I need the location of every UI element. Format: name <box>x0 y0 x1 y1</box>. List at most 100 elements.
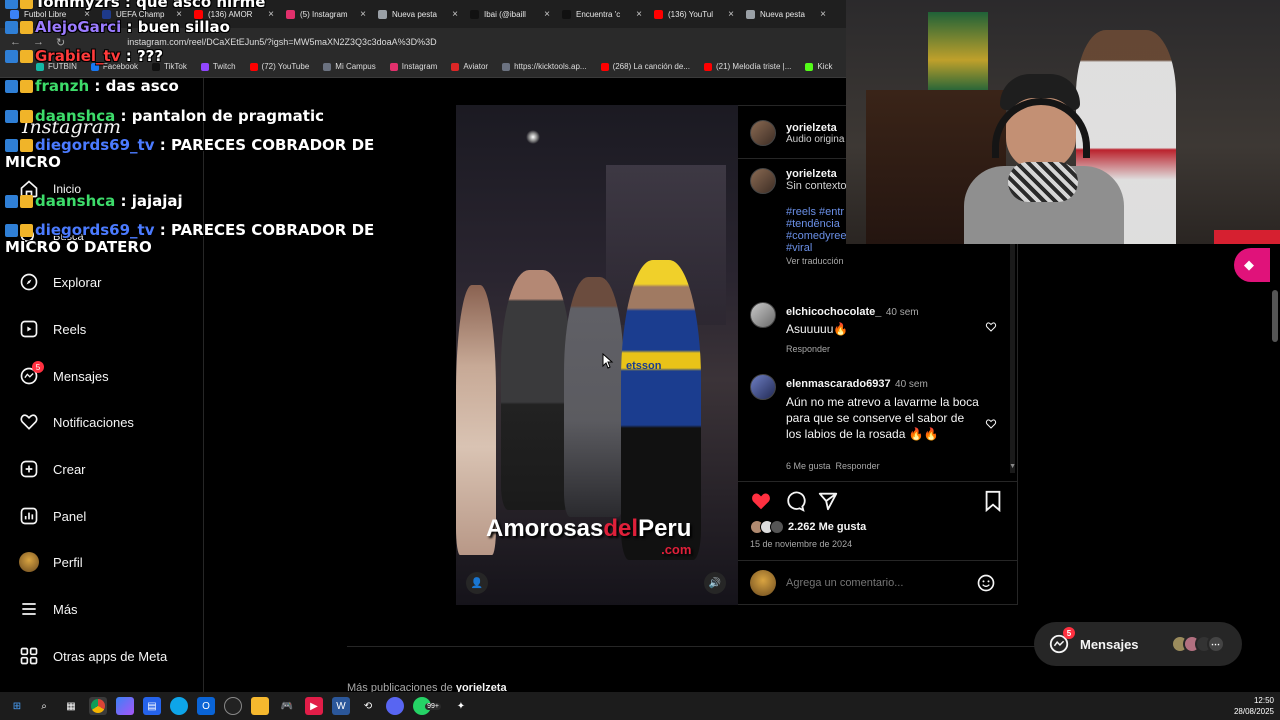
nav-perfil[interactable]: Perfil <box>18 551 83 573</box>
nav-otras-apps[interactable]: Otras apps de Meta <box>18 645 167 667</box>
browser-tab[interactable]: (136) YouTul × <box>648 1 740 27</box>
post-actions: 2.262 Me gusta 15 de noviembre de 2024 <box>738 481 1018 606</box>
scroll-down-arrow-icon[interactable]: ▼ <box>1009 463 1016 470</box>
nav-notificaciones[interactable]: Notificaciones <box>18 411 134 433</box>
likes-row[interactable]: 2.262 Me gusta <box>750 520 866 534</box>
chat-badge-icon <box>5 139 18 152</box>
close-tab-icon[interactable]: × <box>636 9 642 20</box>
chat-username: daanshca <box>35 107 116 125</box>
comment-user[interactable]: elenmascarado6937 <box>786 378 891 390</box>
page-scrollbar[interactable] <box>1272 290 1278 342</box>
nav-label: Más <box>53 601 78 617</box>
caption-avatar[interactable] <box>750 168 776 194</box>
likes-count[interactable]: 2.262 Me gusta <box>788 521 866 533</box>
extension-widget-icon[interactable]: ◆ <box>1234 248 1270 282</box>
chat-username: AlejoGarci <box>35 18 122 36</box>
word-icon[interactable]: W <box>332 697 350 715</box>
comment-input[interactable] <box>786 574 966 592</box>
file-explorer-icon[interactable] <box>251 697 269 715</box>
author-name[interactable]: yorielzeta <box>786 122 844 134</box>
browser-tab[interactable]: Nueva pesta × <box>740 1 832 27</box>
comment-icon[interactable] <box>784 490 806 512</box>
nav-explorar[interactable]: Explorar <box>18 271 101 293</box>
chat-badge-icon <box>20 195 33 208</box>
chat-badge-icon <box>20 0 33 9</box>
browser-tab[interactable]: Ibai (@ibaill × <box>464 1 556 27</box>
tab-favicon-icon <box>746 9 755 19</box>
edge-icon[interactable] <box>170 697 188 715</box>
app-red-icon[interactable]: ▶ <box>305 697 323 715</box>
liked-heart-icon[interactable] <box>750 490 772 512</box>
nav-crear[interactable]: Crear <box>18 458 86 480</box>
person-3 <box>564 277 624 517</box>
comment-likes[interactable]: 6 Me gusta <box>786 461 831 471</box>
controller-icon[interactable]: 🎮 <box>278 697 296 715</box>
whatsapp-icon[interactable]: 99+ <box>413 697 441 715</box>
app-icon[interactable]: ✦ <box>452 697 470 715</box>
system-clock[interactable]: 12:50 28/08/2025 <box>1234 695 1274 717</box>
comment-user[interactable]: elchicochocolate_ <box>786 306 881 318</box>
like-comment-heart-icon[interactable] <box>985 418 997 430</box>
nav-label: Perfil <box>53 554 83 570</box>
chat-text: das asco <box>105 77 179 95</box>
capcut-icon[interactable]: ⟲ <box>359 697 377 715</box>
close-tab-icon[interactable]: × <box>820 9 826 20</box>
bookmark[interactable]: (21) Melodía triste |... <box>703 62 791 71</box>
nav-mensajes[interactable]: 5 Mensajes <box>18 361 109 387</box>
watermark-del: del <box>603 515 639 542</box>
nav-mas[interactable]: Más <box>18 598 78 620</box>
screen: Futbol Libre × UEFA Champ × (136) AMOR × (5) I… <box>0 0 1280 720</box>
translate-link[interactable]: Ver traducción <box>786 256 1006 266</box>
jersey-text: etsson <box>626 360 662 372</box>
bookmark-favicon-icon <box>805 62 814 71</box>
close-tab-icon[interactable]: × <box>452 9 458 20</box>
chrome-icon[interactable] <box>89 697 107 715</box>
search-icon[interactable]: ⌕ <box>35 697 53 715</box>
bookmark[interactable]: Aviator <box>451 62 488 71</box>
plus-icon <box>18 458 40 480</box>
bookmark[interactable]: https://kicktools.ap... <box>502 62 587 71</box>
save-bookmark-icon[interactable] <box>983 490 1003 512</box>
like-comment-heart-icon[interactable] <box>985 321 997 333</box>
browser-tab[interactable]: Encuentra 'c × <box>556 1 648 27</box>
bookmark[interactable]: (268) La canción de... <box>600 62 690 71</box>
chat-username: daanshca <box>35 192 116 210</box>
obs-icon[interactable] <box>224 697 242 715</box>
url-text[interactable]: instagram.com/reel/DCaXEtEJun5/?igsh=MW5… <box>127 37 436 47</box>
messenger-icon: 5 <box>18 361 44 387</box>
copilot-icon[interactable] <box>116 697 134 715</box>
outlook-icon[interactable]: O <box>197 697 215 715</box>
nav-reels[interactable]: Reels <box>18 318 86 340</box>
author-avatar[interactable] <box>750 120 776 146</box>
whatsapp-badge: 99+ <box>425 703 441 710</box>
tab-label: Nueva pesta <box>760 9 805 19</box>
nav-label: Reels <box>53 321 87 337</box>
share-icon[interactable] <box>817 490 839 512</box>
mute-icon[interactable]: 🔊 <box>704 572 726 594</box>
close-tab-icon[interactable]: × <box>728 9 734 20</box>
reel-video[interactable]: etsson AmorosasdelPeru .com 👤 🔊 <box>456 105 738 605</box>
chat-message: Grabiel_tv : ??? <box>5 48 425 65</box>
meta-apps-icon <box>18 645 40 667</box>
reply-link[interactable]: Responder <box>836 461 880 471</box>
comment-avatar[interactable] <box>750 302 776 328</box>
nav-panel[interactable]: Panel <box>18 505 86 527</box>
audio-label[interactable]: Audio origina <box>786 134 844 145</box>
tab-favicon-icon <box>562 9 571 19</box>
watermark-com: .com <box>661 542 692 557</box>
bookmark-favicon-icon <box>502 62 511 71</box>
chat-badge-icon <box>20 224 33 237</box>
task-view-icon[interactable]: ▦ <box>62 697 80 715</box>
windows-start-icon[interactable]: ⊞ <box>8 697 26 715</box>
comment-avatar[interactable] <box>750 374 776 400</box>
messages-floating-button[interactable]: 5 Mensajes ⋯ <box>1034 622 1242 666</box>
discord-icon[interactable] <box>386 697 404 715</box>
tag-people-icon[interactable]: 👤 <box>466 572 488 594</box>
store-icon[interactable]: ▤ <box>143 697 161 715</box>
back-icon[interactable]: ← <box>10 36 21 48</box>
windows-taskbar: ⊞ ⌕ ▦ ▤ O 🎮 ▶ W ⟲ 99+ ✦ 12:50 28/08/2025 <box>0 692 1280 720</box>
bookmark[interactable]: Kick <box>805 62 833 71</box>
reply-link[interactable]: Responder <box>786 344 986 354</box>
close-tab-icon[interactable]: × <box>544 9 550 20</box>
emoji-icon[interactable] <box>976 573 996 593</box>
